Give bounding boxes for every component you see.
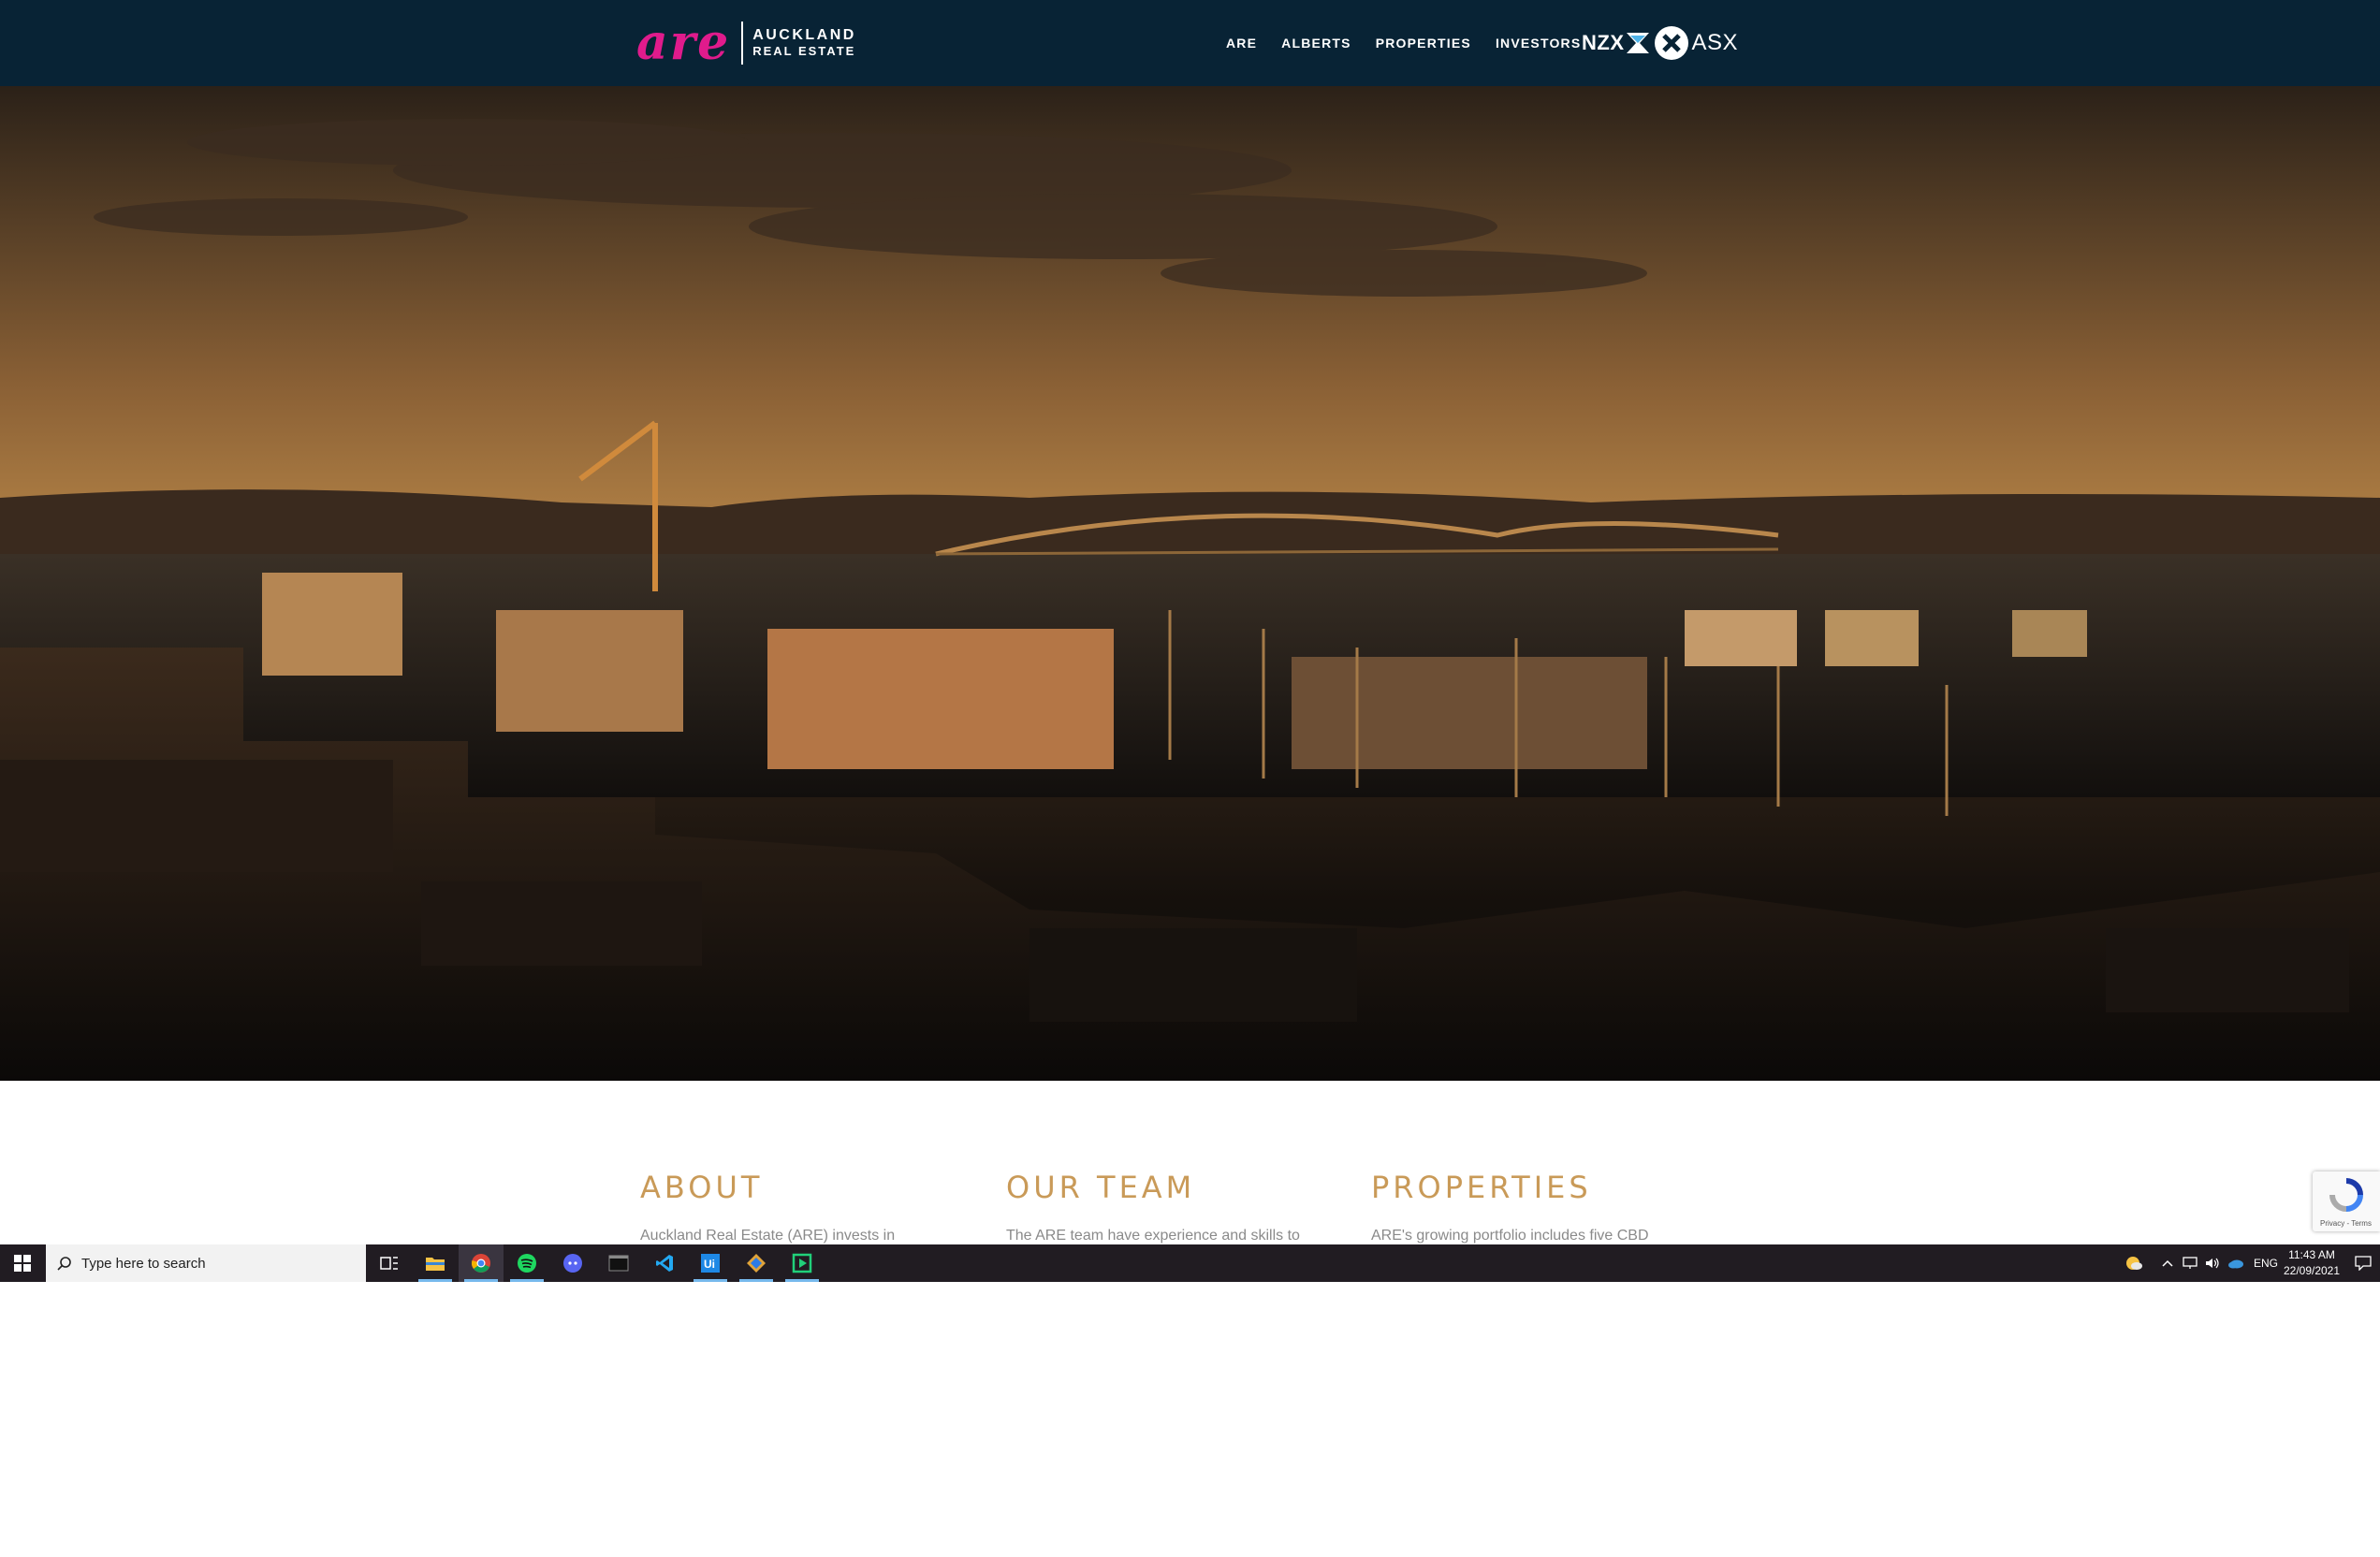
nav-item-are[interactable]: ARE <box>1226 36 1257 51</box>
task-view-icon <box>380 1257 398 1270</box>
discord-icon <box>563 1254 582 1273</box>
taskbar-uipath[interactable]: Ui <box>688 1244 733 1282</box>
nav-item-properties[interactable]: PROPERTIES <box>1376 36 1471 51</box>
blank-area <box>0 1282 2380 1557</box>
taskbar-spotify[interactable] <box>504 1244 549 1282</box>
terminal-icon <box>608 1255 629 1272</box>
intro-sections: ABOUT Auckland Real Estate (ARE) invests… <box>0 1081 2380 1244</box>
taskbar-clock[interactable]: 11:43 AM 22/09/2021 <box>2274 1247 2349 1279</box>
clock-time: 11:43 AM <box>2288 1248 2335 1261</box>
notification-area <box>2355 1244 2372 1282</box>
logo-line-1: AUCKLAND <box>752 27 856 43</box>
site-logo[interactable]: are AUCKLAND REAL ESTATE <box>636 17 856 69</box>
logo-divider <box>741 22 744 65</box>
properties-section: PROPERTIES ARE's growing portfolio inclu… <box>1371 1170 1727 1244</box>
exchange-logos: NZX ASX <box>1582 22 1738 64</box>
recaptcha-badge[interactable]: Privacy - Terms <box>2313 1171 2380 1231</box>
asx-logo-text: ASX <box>1691 30 1739 55</box>
system-tray <box>2124 1244 2143 1282</box>
taskbar-vscode[interactable] <box>642 1244 687 1282</box>
search-icon <box>57 1257 71 1271</box>
taskbar-terminal[interactable] <box>596 1244 641 1282</box>
about-section: ABOUT Auckland Real Estate (ARE) invests… <box>640 1170 996 1244</box>
git-diamond-icon <box>747 1254 766 1273</box>
logo-script-text: are <box>636 14 731 71</box>
weather-icon[interactable] <box>2124 1254 2143 1273</box>
harbour-sunset-illustration <box>0 119 2380 1081</box>
taskbar-file-explorer[interactable] <box>413 1244 458 1282</box>
logo-wordmark: AUCKLAND REAL ESTATE <box>752 27 856 59</box>
site-header: are AUCKLAND REAL ESTATE ARE ALBERTS PRO… <box>0 0 2380 86</box>
recaptcha-icon <box>2329 1178 2363 1212</box>
windows-logo-icon <box>14 1255 31 1272</box>
chevron-up-icon[interactable] <box>2162 1259 2173 1268</box>
speaker-icon[interactable] <box>2205 1257 2220 1270</box>
taskbar-search-box[interactable]: Type here to search <box>46 1244 366 1282</box>
folder-icon <box>426 1258 445 1271</box>
main-nav: ARE ALBERTS PROPERTIES INVESTORS <box>1226 0 1605 86</box>
search-placeholder: Type here to search <box>81 1255 206 1272</box>
notifications-icon[interactable] <box>2355 1256 2372 1271</box>
nzx-mark-icon <box>1626 33 1649 53</box>
our-team-title[interactable]: OUR TEAM <box>1006 1170 1362 1205</box>
green-app-icon <box>792 1253 812 1273</box>
taskbar-green-app[interactable] <box>780 1244 825 1282</box>
nav-item-investors[interactable]: INVESTORS <box>1496 36 1581 51</box>
recaptcha-links[interactable]: Privacy - Terms <box>2320 1219 2372 1228</box>
network-icon[interactable] <box>2183 1257 2197 1270</box>
asx-logo-icon[interactable] <box>1654 26 1688 60</box>
about-title[interactable]: ABOUT <box>640 1170 996 1205</box>
our-team-text: The ARE team have experience and skills … <box>1006 1228 1300 1244</box>
our-team-section: OUR TEAM The ARE team have experience an… <box>1006 1170 1362 1244</box>
nzx-logo-text[interactable]: NZX <box>1582 31 1625 55</box>
properties-text: ARE's growing portfolio includes five CB… <box>1371 1228 1649 1244</box>
uipath-icon: Ui <box>701 1254 720 1273</box>
task-view-button[interactable] <box>367 1244 412 1282</box>
spotify-icon <box>518 1254 536 1273</box>
hero-image <box>0 86 2380 1081</box>
nav-item-alberts[interactable]: ALBERTS <box>1281 36 1351 51</box>
vscode-icon <box>656 1255 673 1272</box>
onedrive-icon[interactable] <box>2227 1258 2244 1269</box>
start-button[interactable] <box>0 1244 45 1282</box>
tray-icons: ENG <box>2162 1244 2278 1282</box>
svg-text:Ui: Ui <box>704 1258 715 1271</box>
taskbar-discord[interactable] <box>550 1244 595 1282</box>
taskbar-chrome[interactable] <box>459 1244 504 1282</box>
taskbar-git-app[interactable] <box>734 1244 779 1282</box>
logo-line-2: REAL ESTATE <box>752 44 856 58</box>
about-text: Auckland Real Estate (ARE) invests in <box>640 1228 896 1244</box>
properties-title[interactable]: PROPERTIES <box>1371 1170 1727 1205</box>
asx-cross-icon <box>1661 34 1681 52</box>
windows-taskbar: Type here to search Ui ENG 11:43 AM 22/0… <box>0 1244 2380 1282</box>
chrome-icon <box>472 1254 490 1273</box>
clock-date: 22/09/2021 <box>2283 1264 2341 1277</box>
